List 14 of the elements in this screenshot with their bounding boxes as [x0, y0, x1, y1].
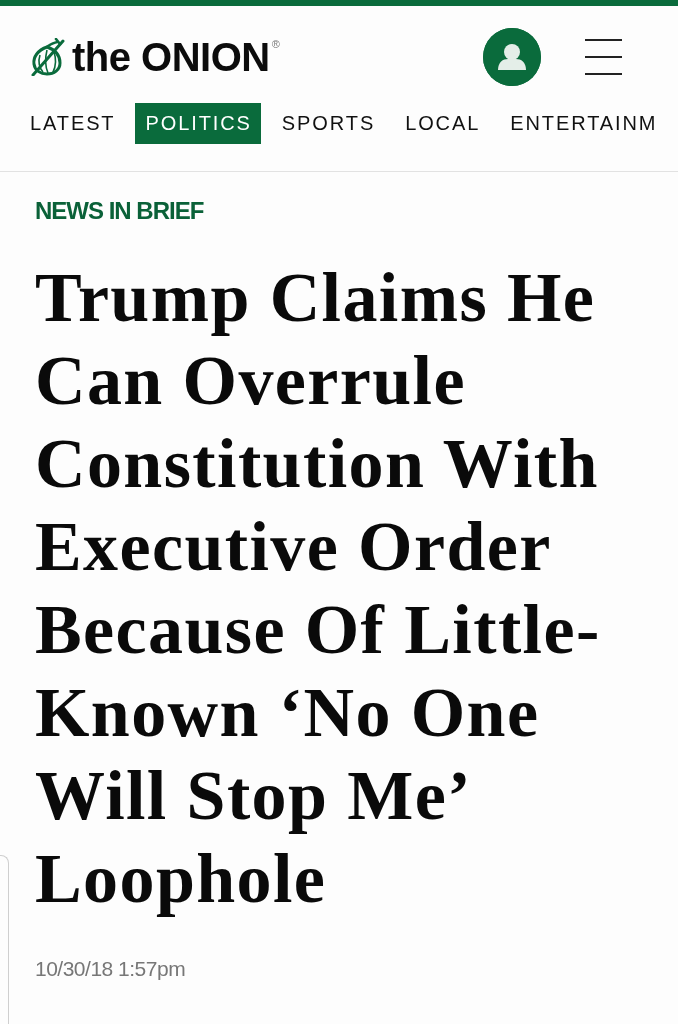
- nav-tab[interactable]: POLITICS: [134, 103, 261, 144]
- nav-tab[interactable]: LATEST: [19, 103, 125, 144]
- nav-tab[interactable]: SPORTS: [270, 103, 385, 144]
- nav-tab[interactable]: LOCAL: [394, 103, 490, 144]
- category-link[interactable]: NEWS IN BRIEF: [35, 197, 204, 226]
- article-headline: Trump Claims He Can Overrule Constitution With Executive Order Because Of Little-Known ‘No One Will Stop Me’ Loophole: [35, 258, 602, 919]
- publish-date: 10/30/18 1:57pm: [35, 956, 186, 982]
- onion-icon: [30, 38, 66, 76]
- nav-tab[interactable]: ENTERTAINM: [499, 103, 667, 144]
- menu-button[interactable]: [585, 39, 622, 75]
- logo-link[interactable]: the ONION®: [30, 33, 280, 81]
- user-silhouette-icon: [483, 28, 541, 86]
- menu-icon: [585, 39, 622, 75]
- account-button[interactable]: [483, 28, 541, 86]
